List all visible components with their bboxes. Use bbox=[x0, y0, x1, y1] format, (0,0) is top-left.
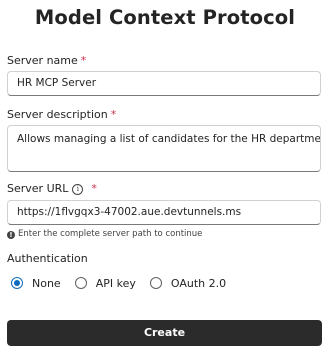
auth-option-label: OAuth 2.0 bbox=[170, 276, 227, 290]
server-url-input[interactable]: https://1flvgqx3-47002.aue.devtunnels.ms bbox=[7, 200, 321, 225]
auth-option-api-key[interactable]: API key bbox=[74, 276, 136, 290]
server-url-label: Server URL i * bbox=[7, 182, 97, 195]
authentication-label: Authentication bbox=[7, 252, 88, 265]
server-name-label-text: Server name bbox=[7, 54, 78, 67]
radio-checked-icon[interactable] bbox=[11, 277, 23, 289]
server-description-label-text: Server description bbox=[7, 108, 108, 121]
server-url-hint-text: Enter the complete server path to contin… bbox=[18, 229, 203, 239]
auth-option-oauth[interactable]: OAuth 2.0 bbox=[149, 276, 227, 290]
page-title: Model Context Protocol bbox=[34, 6, 296, 29]
server-url-label-text: Server URL bbox=[7, 182, 69, 195]
required-mark: * bbox=[110, 108, 117, 121]
required-mark: * bbox=[91, 182, 97, 195]
server-url-hint: ! Enter the complete server path to conti… bbox=[7, 229, 202, 239]
auth-option-none[interactable]: None bbox=[11, 277, 61, 290]
server-name-input[interactable]: HR MCP Server bbox=[7, 71, 321, 96]
server-description-textarea[interactable]: Allows managing a list of candidates for… bbox=[7, 125, 321, 172]
info-filled-icon: ! bbox=[7, 231, 15, 239]
create-button[interactable]: Create bbox=[7, 320, 322, 346]
required-mark: * bbox=[80, 54, 87, 67]
auth-option-label: None bbox=[32, 276, 61, 290]
radio-unchecked-icon[interactable] bbox=[74, 277, 87, 289]
authentication-radio-group: None API key OAuth 2.0 bbox=[11, 275, 240, 291]
info-icon[interactable]: i bbox=[72, 184, 84, 195]
radio-unchecked-icon[interactable] bbox=[149, 277, 162, 289]
server-name-label: Server name * bbox=[7, 54, 86, 67]
server-description-label: Server description * bbox=[7, 108, 116, 121]
auth-option-label: API key bbox=[95, 276, 136, 290]
